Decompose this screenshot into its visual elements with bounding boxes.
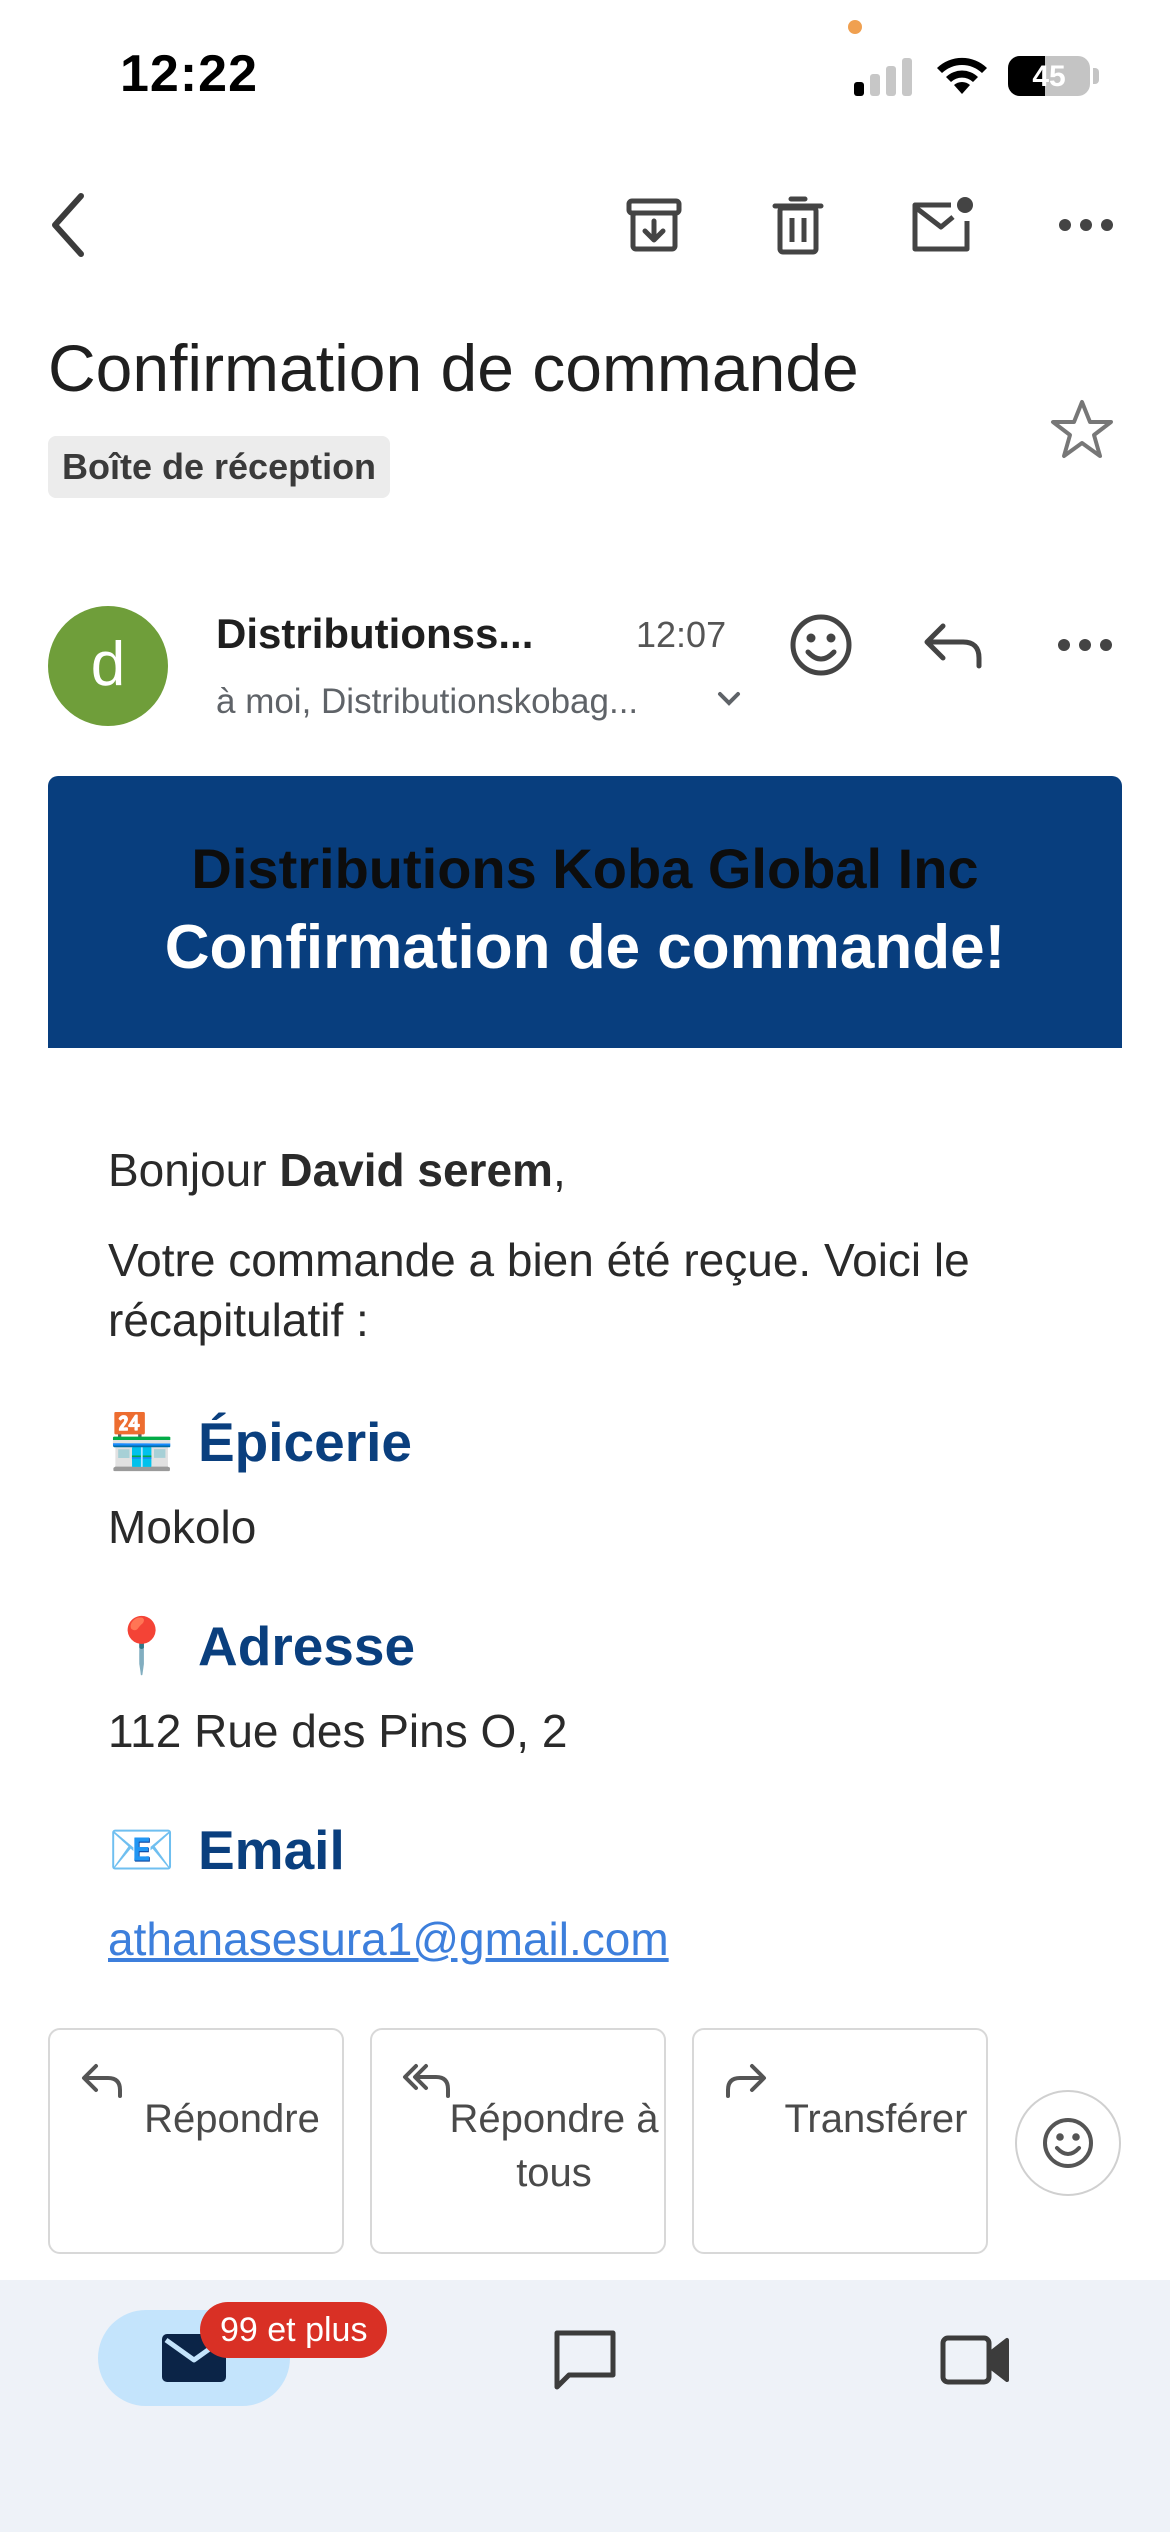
bottom-navigation: 99 et plus	[0, 2280, 1170, 2532]
archive-button[interactable]	[614, 185, 694, 265]
mark-unread-icon	[912, 197, 973, 252]
inbox-label-chip[interactable]: Boîte de réception	[48, 436, 391, 498]
email-banner: Distributions Koba Global Inc Confirmati…	[48, 776, 1122, 1048]
video-icon	[940, 2335, 1009, 2385]
forward-action-button[interactable]: Transférer	[692, 2028, 988, 2254]
store-icon: 🏪	[108, 1411, 176, 1472]
section-email-head: 📧 Email	[108, 1818, 1068, 1882]
customer-name: David serem	[279, 1144, 553, 1196]
battery-level: 45	[1032, 60, 1066, 93]
reply-all-label: Répondre à tous	[449, 2097, 659, 2195]
chevron-down-icon[interactable]	[716, 690, 742, 708]
greeting-suffix: ,	[552, 1144, 566, 1196]
greeting: Bonjour David serem,	[108, 1140, 1068, 1200]
star-icon	[1051, 400, 1113, 458]
customer-email-link[interactable]: athanasesura1@gmail.com	[108, 1912, 1068, 1966]
more-horizontal-icon	[1059, 219, 1113, 231]
archive-icon	[626, 198, 682, 252]
section-store-head: 🏪 Épicerie	[108, 1410, 1068, 1474]
status-bar: 12:22 45	[0, 0, 1170, 150]
battery-icon: 45	[1008, 56, 1090, 96]
recording-indicator	[848, 20, 862, 34]
reply-label: Répondre	[144, 2097, 320, 2141]
trash-icon	[772, 196, 824, 255]
back-button[interactable]	[28, 185, 108, 265]
intro-text: Votre commande a bien été reçue. Voici l…	[108, 1234, 970, 1346]
greeting-prefix: Bonjour	[108, 1144, 280, 1196]
pin-icon: 📍	[108, 1615, 176, 1676]
email-subject: Confirmation de commande	[48, 331, 859, 405]
section-store-value: Mokolo	[108, 1501, 257, 1553]
signal-icon	[854, 56, 912, 96]
arrow-left-icon	[52, 193, 84, 257]
envelope-icon: 📧	[108, 1819, 176, 1880]
mark-unread-button[interactable]	[902, 185, 982, 265]
section-email-title: Email	[198, 1819, 345, 1881]
nav-meet[interactable]	[930, 2320, 1020, 2400]
reply-icon	[924, 623, 982, 669]
status-time: 12:22	[120, 45, 258, 103]
sender-name[interactable]: Distributionss...	[216, 610, 533, 658]
recipients[interactable]: à moi, Distributionskobag...	[216, 682, 638, 722]
react-emoji-button[interactable]	[776, 600, 866, 690]
message-more-button[interactable]	[1040, 600, 1130, 690]
section-store-title: Épicerie	[198, 1411, 413, 1473]
delete-button[interactable]	[758, 185, 838, 265]
reply-button[interactable]	[908, 600, 998, 690]
email-body: Bonjour David serem, Votre commande a bi…	[108, 1140, 1068, 1966]
emoji-icon	[790, 614, 852, 676]
sender-avatar[interactable]: d	[48, 606, 168, 726]
forward-icon	[726, 2064, 766, 2098]
wifi-icon	[937, 57, 987, 94]
section-address-value: 112 Rue des Pins O, 2	[108, 1705, 568, 1757]
banner-company: Distributions Koba Global Inc	[191, 837, 979, 900]
more-horizontal-icon	[1058, 639, 1112, 651]
reply-icon	[82, 2064, 122, 2098]
star-button[interactable]	[1050, 398, 1114, 465]
unread-count-badge: 99 et plus	[200, 2302, 388, 2358]
reply-action-button[interactable]: Répondre	[48, 2028, 344, 2254]
reply-all-action-button[interactable]: Répondre à tous	[370, 2028, 666, 2254]
section-address-head: 📍 Adresse	[108, 1614, 1068, 1678]
battery-tip	[1093, 68, 1099, 84]
emoji-reaction-button[interactable]	[1015, 2090, 1121, 2196]
chat-icon	[554, 2330, 616, 2390]
section-address-title: Adresse	[198, 1615, 416, 1677]
email-time: 12:07	[636, 614, 727, 655]
forward-label: Transférer	[784, 2097, 968, 2141]
email-toolbar	[0, 170, 1170, 280]
emoji-icon	[1043, 2118, 1093, 2168]
nav-chat[interactable]	[540, 2320, 630, 2400]
more-options-button[interactable]	[1046, 185, 1126, 265]
banner-title: Confirmation de commande!	[164, 913, 1006, 982]
